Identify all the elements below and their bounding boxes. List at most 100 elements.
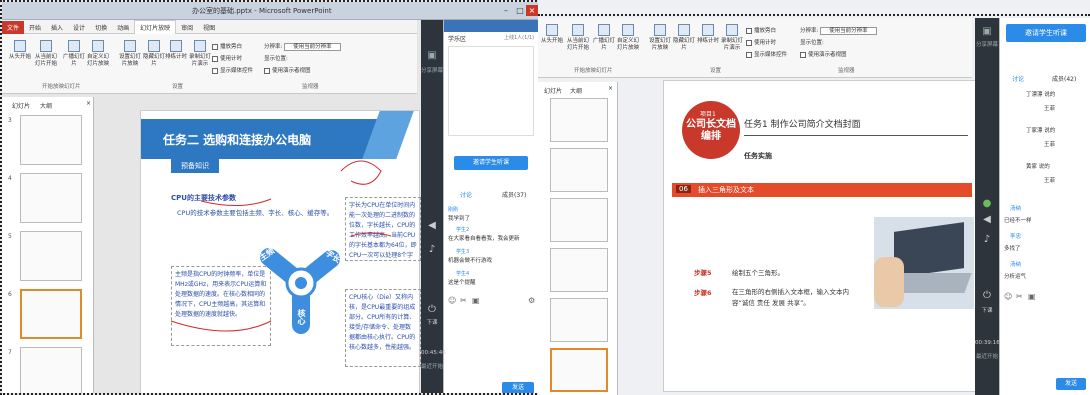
rehearse-button[interactable]: 排练计时 <box>696 24 720 45</box>
minimize-icon[interactable]: – <box>500 5 512 16</box>
setup-show-button[interactable]: 设置幻灯片放映 <box>118 40 142 68</box>
close-panel-icon[interactable]: × <box>86 100 91 107</box>
menu-animations[interactable]: 动画 <box>112 21 134 34</box>
slide-thumbnail[interactable] <box>20 115 82 165</box>
from-start-button[interactable]: 从头开始 <box>540 24 564 45</box>
chat-msg-name: 学生2 <box>456 227 470 233</box>
slide-thumbnail-selected[interactable] <box>550 348 608 392</box>
tab-members[interactable]: 成员(37) <box>502 190 526 199</box>
online-count: 上线1人(1/1) <box>504 35 535 41</box>
menu-review[interactable]: 审阅 <box>176 21 198 34</box>
right-screenshot: 从头开始 从当前幻灯片开始 广播幻灯片 自定义幻灯片放映 设置幻灯片放映 隐藏幻… <box>538 0 1090 395</box>
menu-insert[interactable]: 插入 <box>46 21 68 34</box>
title-rule <box>744 135 968 136</box>
chat-msg-text: 机器会做不行游戏 <box>448 258 493 264</box>
tab-slides[interactable]: 幻灯片 <box>12 101 30 110</box>
media-controls-check[interactable]: 显示媒体控件 <box>746 50 787 58</box>
menu-slideshow[interactable]: 幻灯片放映 <box>134 20 177 35</box>
narration-check[interactable]: 播放旁白 <box>746 26 776 34</box>
share-screen-icon[interactable]: ▣ <box>975 26 999 37</box>
section-label: 任务实施 <box>744 152 772 160</box>
hide-slide-button[interactable]: 隐藏幻灯片 <box>672 24 696 52</box>
menu-design[interactable]: 设计 <box>68 21 90 34</box>
chat-msg: 已经不一样 <box>1004 218 1032 224</box>
slide-thumbnail[interactable] <box>550 248 608 292</box>
menu-file[interactable]: 文件 <box>2 21 25 34</box>
share-screen-icon[interactable]: ▣ <box>421 50 443 61</box>
custom-show-button[interactable]: 自定义幻灯片放映 <box>86 40 110 68</box>
scissors-icon[interactable]: ✂ <box>460 296 467 305</box>
chat-text-area[interactable] <box>448 46 534 136</box>
slide-thumbnail[interactable] <box>20 173 82 223</box>
chat-topbar <box>444 20 538 32</box>
chat-panel: 邀请学生听课 讨论 成员(42) 丁漂漂 说的 王菲 丁家漂 说的 王菲 黄家 … <box>999 18 1090 395</box>
close-panel-icon[interactable]: × <box>608 85 613 92</box>
narration-check[interactable]: 播放旁白 <box>212 42 242 50</box>
slide-thumbnail[interactable] <box>550 298 608 342</box>
image-icon[interactable]: ▣ <box>472 296 480 305</box>
image-icon[interactable]: ▣ <box>1028 292 1036 301</box>
emoji-icon[interactable]: ☺ <box>1004 292 1012 301</box>
from-current-button[interactable]: 从当前幻灯片开始 <box>34 40 58 68</box>
from-start-button[interactable]: 从头开始 <box>8 40 32 61</box>
settings-icon[interactable]: ⚙ <box>528 296 535 305</box>
record-button[interactable]: 录制幻灯片演示 <box>720 24 744 52</box>
slide-thumbnail[interactable] <box>550 148 608 192</box>
send-button[interactable]: 发送 <box>1056 378 1086 390</box>
custom-show-button[interactable]: 自定义幻灯片放映 <box>616 24 640 52</box>
emoji-icon[interactable]: ☺ <box>448 296 456 305</box>
slide-thumbnail-selected[interactable] <box>20 289 82 339</box>
tab-outline[interactable]: 大纲 <box>40 101 52 110</box>
volume-icon[interactable]: ◀ <box>975 214 999 225</box>
invite-students-button[interactable]: 邀请学生听课 <box>1006 24 1086 42</box>
power-icon[interactable]: ⏻ <box>975 290 999 301</box>
thumb-number: 4 <box>8 175 12 182</box>
close-icon[interactable]: × <box>526 5 538 16</box>
menu-home[interactable]: 开始 <box>24 21 46 34</box>
scissors-icon[interactable]: ✂ <box>1016 292 1023 301</box>
slide-thumbnail[interactable] <box>20 231 82 281</box>
menu-view[interactable]: 视图 <box>198 21 220 34</box>
chat-msg: 王菲 <box>1044 142 1056 148</box>
group-label-setup: 设置 <box>710 68 722 74</box>
mic-icon[interactable]: ● <box>975 198 999 209</box>
tab-discussion[interactable]: 讨论 <box>460 190 472 199</box>
resolution-select[interactable]: 使用当前分辨率 <box>284 43 341 51</box>
music-icon[interactable]: ♪ <box>421 244 443 255</box>
setup-show-button[interactable]: 设置幻灯片放映 <box>648 24 672 52</box>
power-icon[interactable]: ⏻ <box>421 304 443 315</box>
hide-slide-button[interactable]: 隐藏幻灯片 <box>142 40 166 68</box>
timings-check[interactable]: 使用计时 <box>212 54 242 62</box>
control-rail: ▣ 分享屏幕 ◀ ♪ ⏻ 下课 00:45:46 最近开始 <box>421 20 446 393</box>
chat-msg: 王菲 <box>1044 106 1056 112</box>
menu-transitions[interactable]: 切换 <box>90 21 112 34</box>
music-icon[interactable]: ♪ <box>975 234 999 245</box>
record-button[interactable]: 录制幻灯片演示 <box>188 40 212 68</box>
chat-msg: 丁漂漂 说的 <box>1026 92 1056 98</box>
media-controls-check[interactable]: 显示媒体控件 <box>212 66 253 74</box>
chat-msg: 丁家漂 说的 <box>1026 128 1056 134</box>
project-title: 公司长文档编排 <box>686 119 736 142</box>
tab-discussion[interactable]: 讨论 <box>1012 74 1024 83</box>
hand-shape <box>874 257 904 307</box>
broadcast-button[interactable]: 广播幻灯片 <box>592 24 616 52</box>
left-screenshot: 办公室的基础.pptx - Microsoft PowerPoint – □ ×… <box>0 0 540 395</box>
slide-thumbnail[interactable] <box>550 98 608 142</box>
send-button[interactable]: 发送 <box>502 382 534 393</box>
invite-students-button[interactable]: 邀请学生听课 <box>454 156 528 170</box>
volume-icon[interactable]: ◀ <box>421 220 443 231</box>
tab-outline[interactable]: 大纲 <box>570 86 582 95</box>
presenter-view-check[interactable]: 使用演示者视图 <box>264 66 311 74</box>
tab-slides[interactable]: 幻灯片 <box>544 86 562 95</box>
tab-members[interactable]: 成员(42) <box>1052 74 1076 83</box>
step-number: 06 <box>676 185 691 193</box>
maximize-icon[interactable]: □ <box>514 5 526 16</box>
broadcast-button[interactable]: 广播幻灯片 <box>62 40 86 68</box>
from-current-button[interactable]: 从当前幻灯片开始 <box>566 24 590 52</box>
timings-check[interactable]: 使用计时 <box>746 38 776 46</box>
rehearse-button[interactable]: 排练计时 <box>164 40 188 61</box>
slide-thumbnail[interactable] <box>550 198 608 242</box>
slide-thumbnail[interactable] <box>20 347 82 393</box>
presenter-view-check[interactable]: 使用演示者视图 <box>800 50 847 58</box>
resolution-select[interactable]: 使用当前分辨率 <box>820 27 877 35</box>
